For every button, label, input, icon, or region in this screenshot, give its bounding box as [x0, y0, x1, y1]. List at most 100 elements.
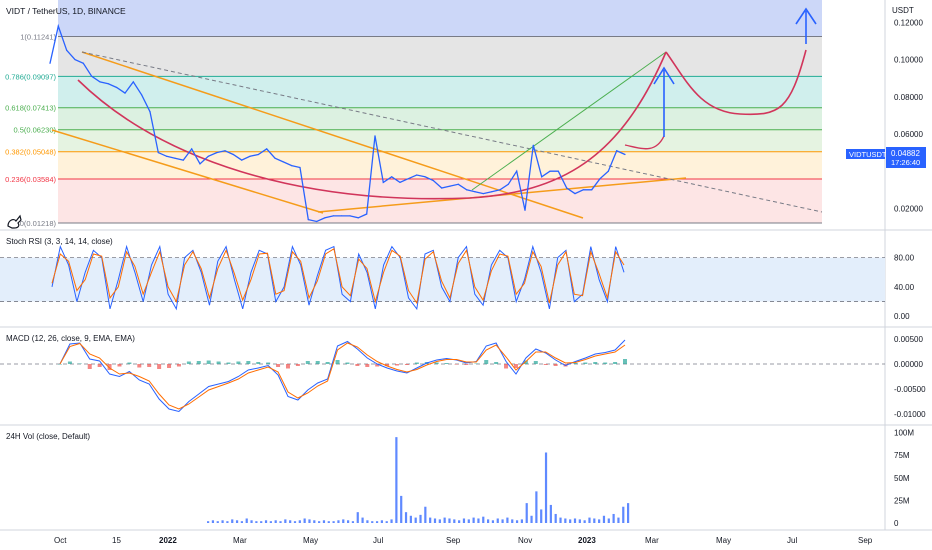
macd-histogram-bar — [157, 364, 162, 369]
macd-histogram-bar — [395, 364, 400, 366]
volume-bar — [627, 503, 630, 523]
price-point — [407, 178, 409, 180]
macd-histogram-bar — [355, 364, 360, 366]
volume-bar — [544, 452, 548, 523]
macd-histogram-bar — [87, 364, 92, 369]
price-point — [141, 94, 143, 96]
macd-histogram-bar — [285, 364, 290, 369]
price-axis[interactable]: 0.12000 0.10000 0.08000 0.06000 0.02000 — [894, 18, 923, 213]
volume-bar — [221, 520, 224, 523]
price-point — [541, 176, 543, 178]
macd-histogram-bar — [216, 361, 221, 364]
price-point — [457, 183, 459, 185]
macd-histogram-bar — [305, 361, 310, 364]
volume-bar — [231, 519, 234, 523]
price-axis-tick: 0.10000 — [894, 56, 923, 65]
fib-zone — [58, 151, 822, 179]
volume-bar — [327, 521, 330, 523]
volume-bar — [496, 518, 499, 523]
price-point — [232, 153, 234, 156]
macd-histogram-bar — [414, 362, 419, 364]
macd-histogram-bar — [365, 364, 370, 367]
fib-retracement[interactable]: 1(0.11241) 0.786(0.09097) 0.618(0.07413) 0.… — [5, 0, 822, 228]
price-point — [482, 192, 484, 195]
macd-histogram-bar — [176, 364, 181, 367]
volume-bar — [298, 520, 301, 523]
macd-histogram-bar — [236, 361, 241, 364]
fib-zone-top — [58, 0, 822, 37]
trading-chart[interactable]: 1(0.11241) 0.786(0.09097) 0.618(0.07413) 0.… — [0, 0, 932, 550]
volume-bar — [535, 491, 538, 523]
macd-axis-tick: 0.00000 — [894, 360, 923, 369]
time-axis-label: Mar — [645, 536, 659, 545]
volume-bar — [361, 517, 364, 523]
price-point — [582, 189, 584, 191]
volume-bar — [429, 517, 432, 523]
price-point — [532, 144, 534, 146]
volume-bar — [540, 509, 543, 523]
volume-bar — [250, 520, 253, 523]
fib-level-label: 0.5(0.06230) — [13, 126, 56, 135]
volume-bar — [284, 519, 287, 523]
price-point — [124, 92, 126, 94]
price-point — [91, 75, 93, 77]
price-point — [391, 176, 393, 178]
macd-histogram-bar — [404, 364, 409, 365]
fib-level-label: 0.236(0.03584) — [5, 175, 56, 184]
volume-bar — [289, 520, 292, 523]
volume-axis-tick: 0 — [894, 519, 899, 528]
volume-bar — [520, 519, 523, 523]
chart-title: VIDT / TetherUS, 1D, BINANCE — [6, 6, 126, 16]
price-point — [424, 176, 426, 178]
volume-bar — [438, 519, 441, 523]
macd-histogram-bar — [266, 362, 271, 364]
price-point — [491, 191, 493, 193]
volume-bar — [211, 520, 215, 523]
macd-histogram-bar — [454, 364, 459, 365]
price-point — [341, 215, 343, 217]
volume-bar — [612, 513, 615, 523]
volume-bar — [216, 521, 219, 523]
price-point — [357, 217, 359, 219]
price-point — [591, 189, 593, 191]
macd-histogram-bar — [613, 362, 618, 364]
volume-bar — [559, 517, 562, 523]
macd-histogram-bar — [484, 360, 489, 364]
volume-bar — [264, 520, 268, 523]
price-point — [157, 152, 159, 154]
price-point — [557, 170, 559, 172]
macd-histogram-bar — [593, 362, 598, 364]
volume-axis-tick: 100M — [894, 429, 914, 438]
fib-level-label: 0.618(0.07413) — [5, 104, 56, 113]
macd-histogram-bar — [623, 359, 627, 364]
volume-bar — [332, 521, 335, 523]
time-axis-label: Jul — [787, 536, 797, 545]
macd-histogram-bar — [345, 362, 350, 364]
volume-bar — [385, 521, 388, 523]
price-point — [82, 62, 84, 64]
macd-axis: 0.00500 0.00000 -0.00500 -0.01000 — [894, 335, 926, 419]
price-point — [74, 58, 76, 61]
stoch-axis-tick: 0.00 — [894, 312, 910, 321]
volume-bar — [414, 517, 417, 523]
macd-histogram-bar — [444, 363, 449, 364]
volume-bar — [226, 521, 229, 523]
macd-histogram-bar — [58, 364, 62, 365]
macd-histogram-bar — [256, 362, 261, 364]
volume-bar — [390, 519, 393, 523]
volume-bar — [207, 521, 210, 523]
macd-axis-tick: -0.01000 — [894, 410, 926, 419]
volume-bar — [530, 515, 533, 523]
macd-histogram-bar — [226, 362, 231, 364]
volume-bar — [260, 521, 263, 523]
price-point — [366, 213, 368, 215]
price-point — [291, 165, 293, 167]
volume-bar — [578, 519, 581, 523]
price-point — [316, 220, 318, 223]
stoch-axis: 80.00 40.00 0.00 — [894, 254, 915, 322]
volume-bar — [443, 517, 446, 523]
macd-histogram-bar — [137, 364, 142, 368]
volume-axis-tick: 25M — [894, 496, 910, 505]
volume-bar — [342, 519, 345, 523]
price-point — [66, 49, 68, 51]
